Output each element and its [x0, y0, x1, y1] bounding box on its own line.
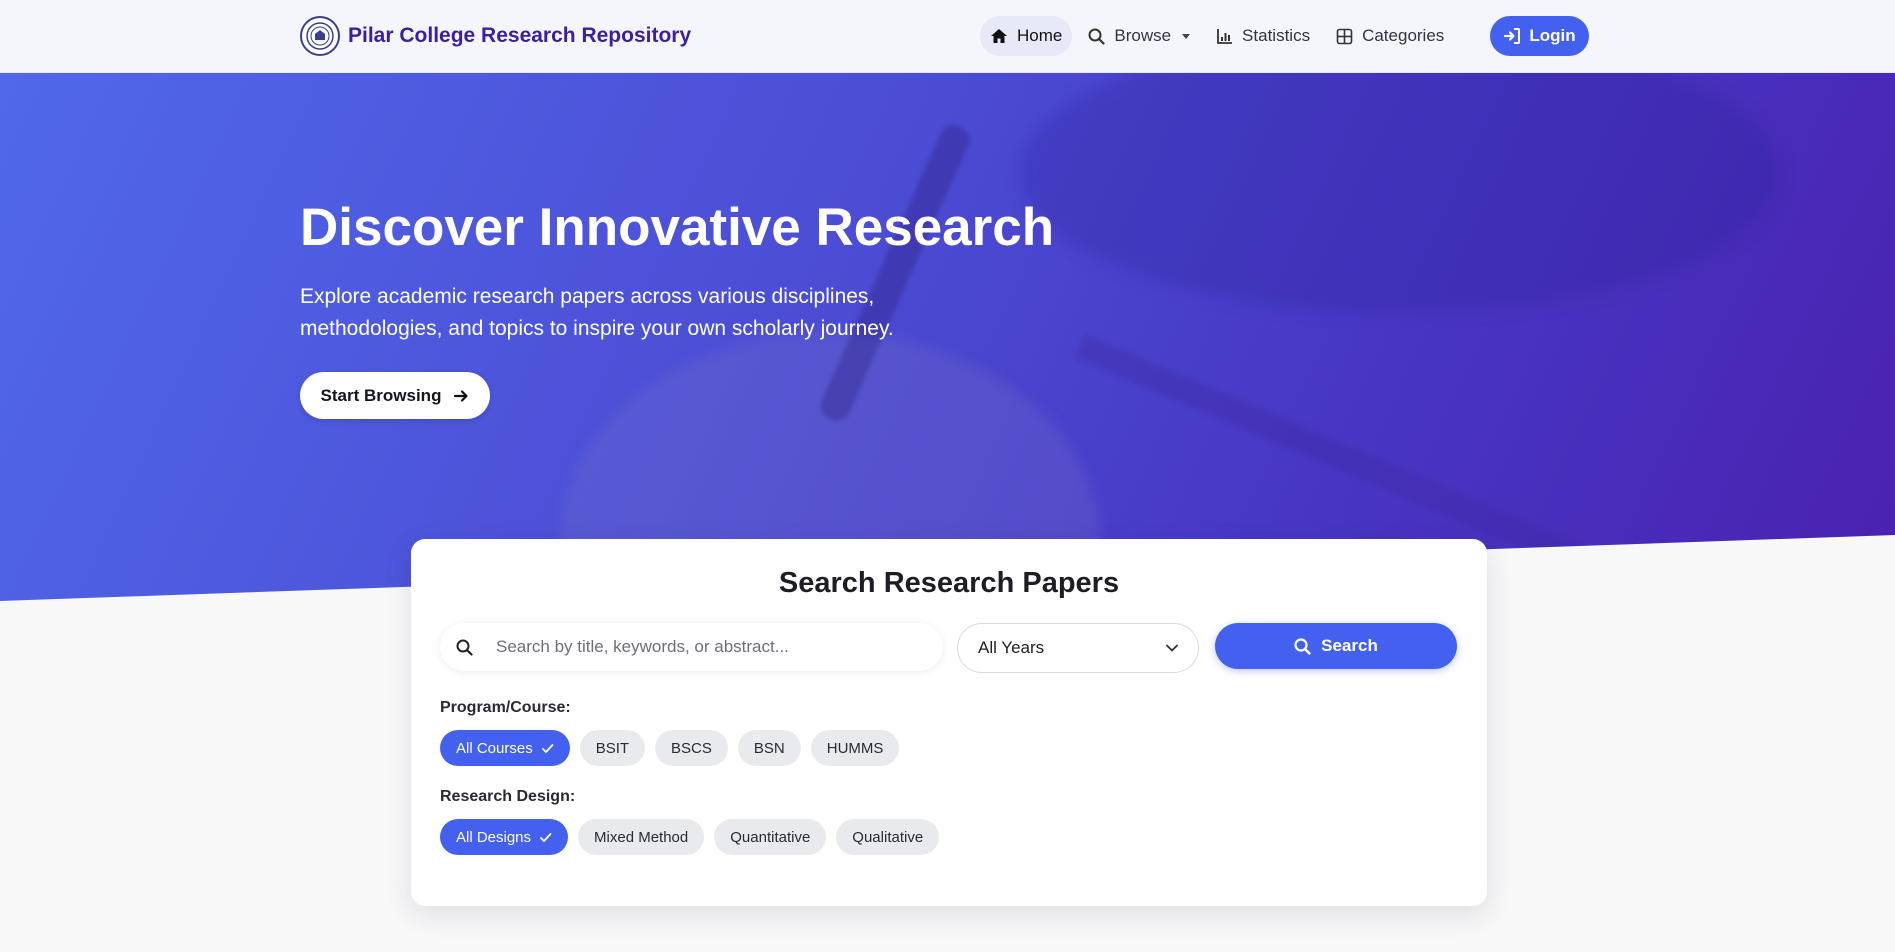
hero-subtitle: Explore academic research papers across … [300, 285, 894, 340]
home-icon [991, 29, 1007, 43]
search-icon [1088, 28, 1105, 45]
chip-label: Mixed Method [594, 828, 689, 846]
bar-chart-icon [1217, 28, 1233, 44]
chip-label: Quantitative [730, 828, 811, 846]
search-button-label: Search [1321, 636, 1378, 655]
search-input[interactable] [496, 637, 926, 657]
search-button[interactable]: Search [1215, 623, 1457, 669]
chip-quantitative[interactable]: Quantitative [714, 819, 827, 855]
brand-title: Pilar College Research Repository [348, 24, 692, 47]
nav-item-browse[interactable]: Browse [1078, 16, 1200, 56]
chip-bsn[interactable]: BSN [737, 730, 801, 766]
nav-item-categories[interactable]: Categories [1326, 16, 1454, 56]
nav-item-label: Categories [1362, 26, 1445, 45]
hero-title: Discover Innovative Research [300, 198, 1055, 257]
start-browsing-button[interactable]: Start Browsing [300, 372, 490, 419]
nav-item-label: Home [1017, 26, 1063, 45]
college-seal-icon [300, 16, 340, 56]
chevron-down-icon [1166, 644, 1178, 652]
search-card: Search Research Papers All Years Search … [411, 539, 1487, 906]
navbar: Pilar College Research Repository Home B… [0, 0, 1895, 73]
chip-label: All Designs [456, 828, 532, 846]
check-icon [540, 832, 552, 842]
nav-item-home[interactable]: Home [980, 16, 1073, 56]
chip-mixed-method[interactable]: Mixed Method [578, 819, 705, 855]
program-chips: All Courses BSIT BSCS BSN HUMMS [440, 730, 900, 766]
chip-label: HUMMS [826, 739, 884, 757]
start-browsing-label: Start Browsing [320, 385, 442, 405]
chip-all-designs[interactable]: All Designs [440, 819, 569, 855]
chip-all-courses[interactable]: All Courses [440, 730, 570, 766]
check-icon [541, 743, 554, 753]
nav-item-label: Browse [1114, 26, 1172, 45]
design-chips: All Designs Mixed Method Quantitative Qu… [440, 819, 940, 855]
chevron-down-icon [1182, 33, 1191, 39]
chip-label: BSCS [671, 739, 712, 757]
year-select[interactable]: All Years [957, 623, 1199, 673]
chip-qualitative[interactable]: Qualitative [836, 819, 940, 855]
chip-label: BSIT [595, 739, 630, 757]
hero-banner: Discover Innovative Research Explore aca… [0, 73, 1895, 601]
search-icon [440, 639, 488, 656]
chip-label: Qualitative [852, 828, 924, 846]
login-icon [1504, 28, 1521, 44]
design-filter-label: Research Design: [440, 788, 576, 805]
grid-icon [1336, 28, 1353, 44]
search-icon [1294, 637, 1311, 655]
year-select-value: All Years [978, 638, 1045, 657]
program-filter-label: Program/Course: [440, 699, 571, 716]
arrow-right-icon [454, 389, 469, 402]
chip-label: BSN [753, 739, 785, 757]
search-box [440, 623, 943, 671]
chip-label: All Courses [456, 739, 533, 757]
login-label: Login [1529, 26, 1576, 45]
chip-bscs[interactable]: BSCS [655, 730, 728, 766]
search-card-title: Search Research Papers [778, 567, 1120, 599]
chip-bsit[interactable]: BSIT [579, 730, 646, 766]
nav-item-statistics[interactable]: Statistics [1206, 16, 1320, 56]
hero-background-shape [1020, 73, 1780, 313]
brand-link[interactable]: Pilar College Research Repository [300, 16, 691, 56]
login-button[interactable]: Login [1490, 16, 1589, 56]
nav-links: Home Browse Statistics Categories [980, 16, 1454, 56]
chip-humms[interactable]: HUMMS [810, 730, 900, 766]
nav-item-label: Statistics [1242, 26, 1311, 45]
